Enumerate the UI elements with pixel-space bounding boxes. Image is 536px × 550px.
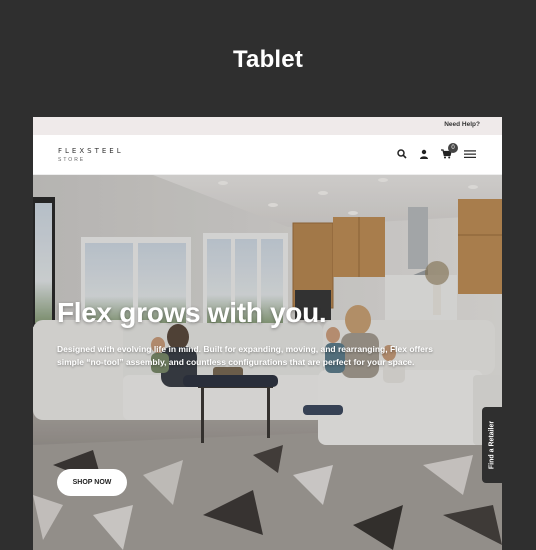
site-header: FLEXSTEEL STORE 0 — [33, 135, 502, 175]
cart-count-badge: 0 — [448, 143, 458, 153]
utility-bar: Need Help? — [33, 117, 502, 135]
logo-subtitle: STORE — [58, 157, 86, 163]
find-a-retailer-tab[interactable]: Find a Retailer — [482, 407, 502, 483]
hero-heading: Flex grows with you. — [57, 297, 327, 328]
hero-banner: Flex grows with you. Designed with evolv… — [33, 175, 502, 550]
header-icons: 0 — [396, 143, 476, 160]
shop-now-button[interactable]: SHOP NOW — [57, 469, 127, 496]
menu-icon[interactable] — [464, 148, 476, 160]
hero-description-line-1: Designed with evolving life in mind. Bui… — [57, 344, 433, 354]
find-a-retailer-label: Find a Retailer — [488, 420, 496, 470]
frame-title: Tablet — [232, 46, 304, 73]
hero-description: Designed with evolving life in mind. Bui… — [57, 343, 477, 369]
hero-description-line-2: simple “no-tool” assembly, and countless… — [57, 357, 415, 367]
need-help-link[interactable]: Need Help? — [444, 121, 480, 128]
cart-icon[interactable]: 0 — [440, 143, 458, 160]
tablet-viewport: Need Help? FLEXSTEEL STORE 0 Flex grows … — [33, 117, 502, 550]
logo-wordmark: FLEXSTEEL — [58, 147, 124, 155]
account-icon[interactable] — [418, 148, 430, 160]
search-icon[interactable] — [396, 148, 408, 160]
brand-logo[interactable]: FLEXSTEEL STORE — [58, 147, 124, 163]
